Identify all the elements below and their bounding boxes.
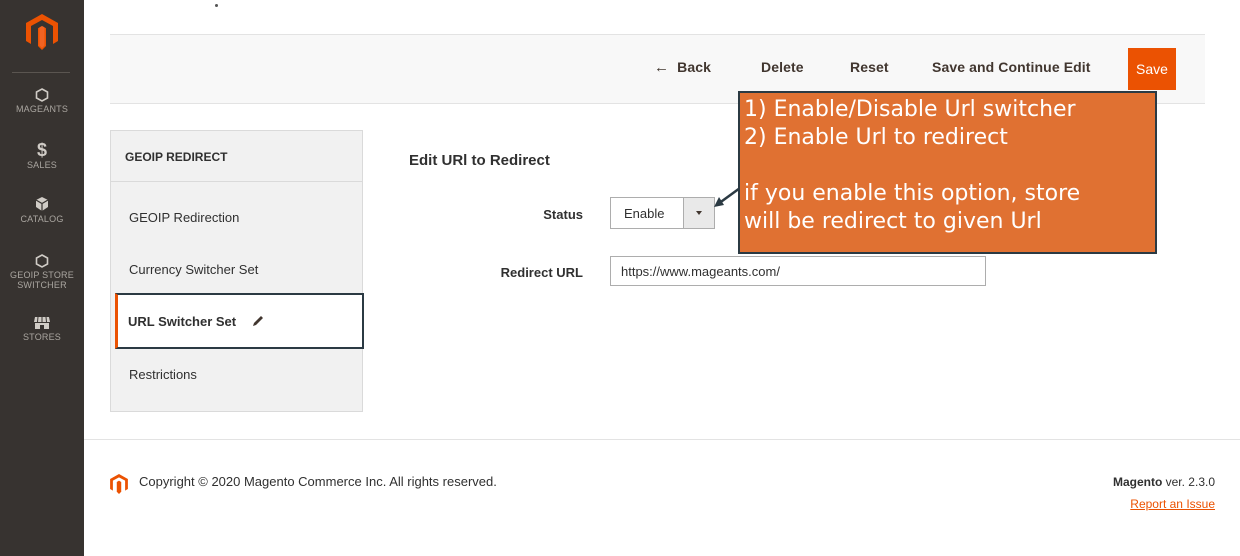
sidebar-item-label: STORES [22, 332, 62, 342]
redirect-url-input[interactable]: https://www.mageants.com/ [610, 256, 986, 286]
tabs-divider [111, 181, 362, 182]
sidebar-item-label: CATALOG [20, 214, 64, 224]
page-fragment [215, 4, 218, 7]
sidebar-item-label: MAGEANTS [15, 104, 69, 114]
sidebar-item-catalog[interactable]: CATALOG [0, 196, 84, 224]
tabs-title: GEOIP REDIRECT [125, 150, 228, 164]
back-button[interactable]: ← Back [654, 59, 711, 76]
tab-restrictions[interactable]: Restrictions [129, 367, 197, 382]
sidebar-item-label: SALES [26, 160, 58, 170]
back-button-label: Back [677, 59, 711, 75]
annotation-callout: 1) Enable/Disable Url switcher 2) Enable… [738, 91, 1157, 254]
hexagon-icon [35, 254, 49, 268]
tab-url-switcher-set[interactable]: URL Switcher Set [115, 293, 364, 349]
sidebar-item-label-line2: SWITCHER [17, 280, 67, 290]
report-issue-link[interactable]: Report an Issue [1130, 497, 1215, 511]
store-icon [34, 316, 50, 329]
box-icon [35, 197, 49, 211]
sidebar-item-mageants[interactable]: MAGEANTS [0, 88, 84, 114]
version-number: ver. 2.3.0 [1162, 475, 1215, 489]
reset-button[interactable]: Reset [850, 59, 889, 75]
redirect-url-label: Redirect URL [500, 265, 583, 280]
tabs-panel: GEOIP REDIRECT GEOIP Redirection Currenc… [110, 130, 364, 412]
save-button[interactable]: Save [1128, 48, 1176, 90]
tab-currency-switcher-set[interactable]: Currency Switcher Set [129, 262, 258, 277]
sidebar-divider [12, 72, 70, 73]
footer-divider [84, 439, 1240, 440]
status-select[interactable]: Enable [610, 197, 715, 229]
tab-label: URL Switcher Set [128, 314, 237, 329]
sidebar-item-stores[interactable]: STORES [0, 316, 84, 342]
sidebar-item-label: GEOIP STORE [10, 270, 74, 280]
chevron-down-icon [696, 211, 702, 215]
sidebar-item-geoip-store-switcher[interactable]: GEOIP STORE SWITCHER [0, 254, 84, 290]
status-label: Status [543, 207, 583, 222]
copyright-text: Copyright © 2020 Magento Commerce Inc. A… [139, 474, 497, 489]
delete-button[interactable]: Delete [761, 59, 804, 75]
tab-geoip-redirection[interactable]: GEOIP Redirection [129, 210, 239, 225]
status-select-value: Enable [624, 206, 665, 221]
annotation-line-4: will be redirect to given Url [744, 209, 1042, 234]
dollar-icon: $ [36, 140, 47, 160]
brand-name: Magento [1112, 475, 1163, 489]
version-text: Magento ver. 2.3.0 [1113, 475, 1215, 489]
pencil-icon [253, 316, 263, 326]
magento-logo-icon [110, 474, 128, 494]
annotation-line-3: if you enable this option, store [744, 181, 1081, 206]
form-title: Edit URl to Redirect [409, 152, 550, 169]
hexagon-icon [35, 88, 49, 102]
annotation-line-2: 2) Enable Url to redirect [744, 125, 1008, 150]
page-root: MAGEANTS $ SALES CATALOG GEOIP STORE SWI… [0, 0, 1240, 556]
save-and-continue-button[interactable]: Save and Continue Edit [932, 59, 1091, 75]
annotation-gap [744, 152, 1155, 180]
arrow-left-icon: ← [654, 59, 670, 76]
sidebar-item-sales[interactable]: $ SALES [0, 140, 84, 170]
annotation-line-1: 1) Enable/Disable Url switcher [744, 97, 1076, 122]
admin-sidebar: MAGEANTS $ SALES CATALOG GEOIP STORE SWI… [0, 0, 84, 556]
magento-logo-icon[interactable] [26, 14, 58, 50]
